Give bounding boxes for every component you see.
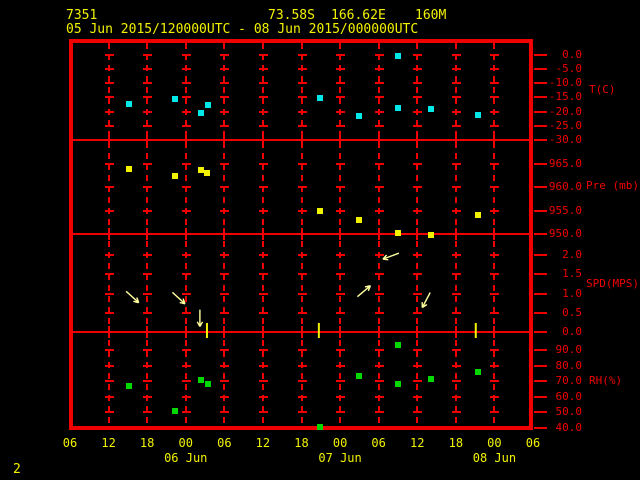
- meteogram-screen: 7351 73.58S 166.62E 160M 05 Jun 2015/120…: [0, 0, 640, 480]
- wind-arrow: [171, 291, 186, 305]
- wind-vector-layer: [125, 252, 477, 338]
- wind-arrow: [421, 292, 431, 309]
- wind-arrow: [356, 285, 372, 298]
- wind-arrow: [382, 252, 400, 261]
- wind-arrow: [125, 290, 140, 304]
- wind-arrow: [196, 309, 204, 327]
- page-number: 2: [13, 462, 21, 477]
